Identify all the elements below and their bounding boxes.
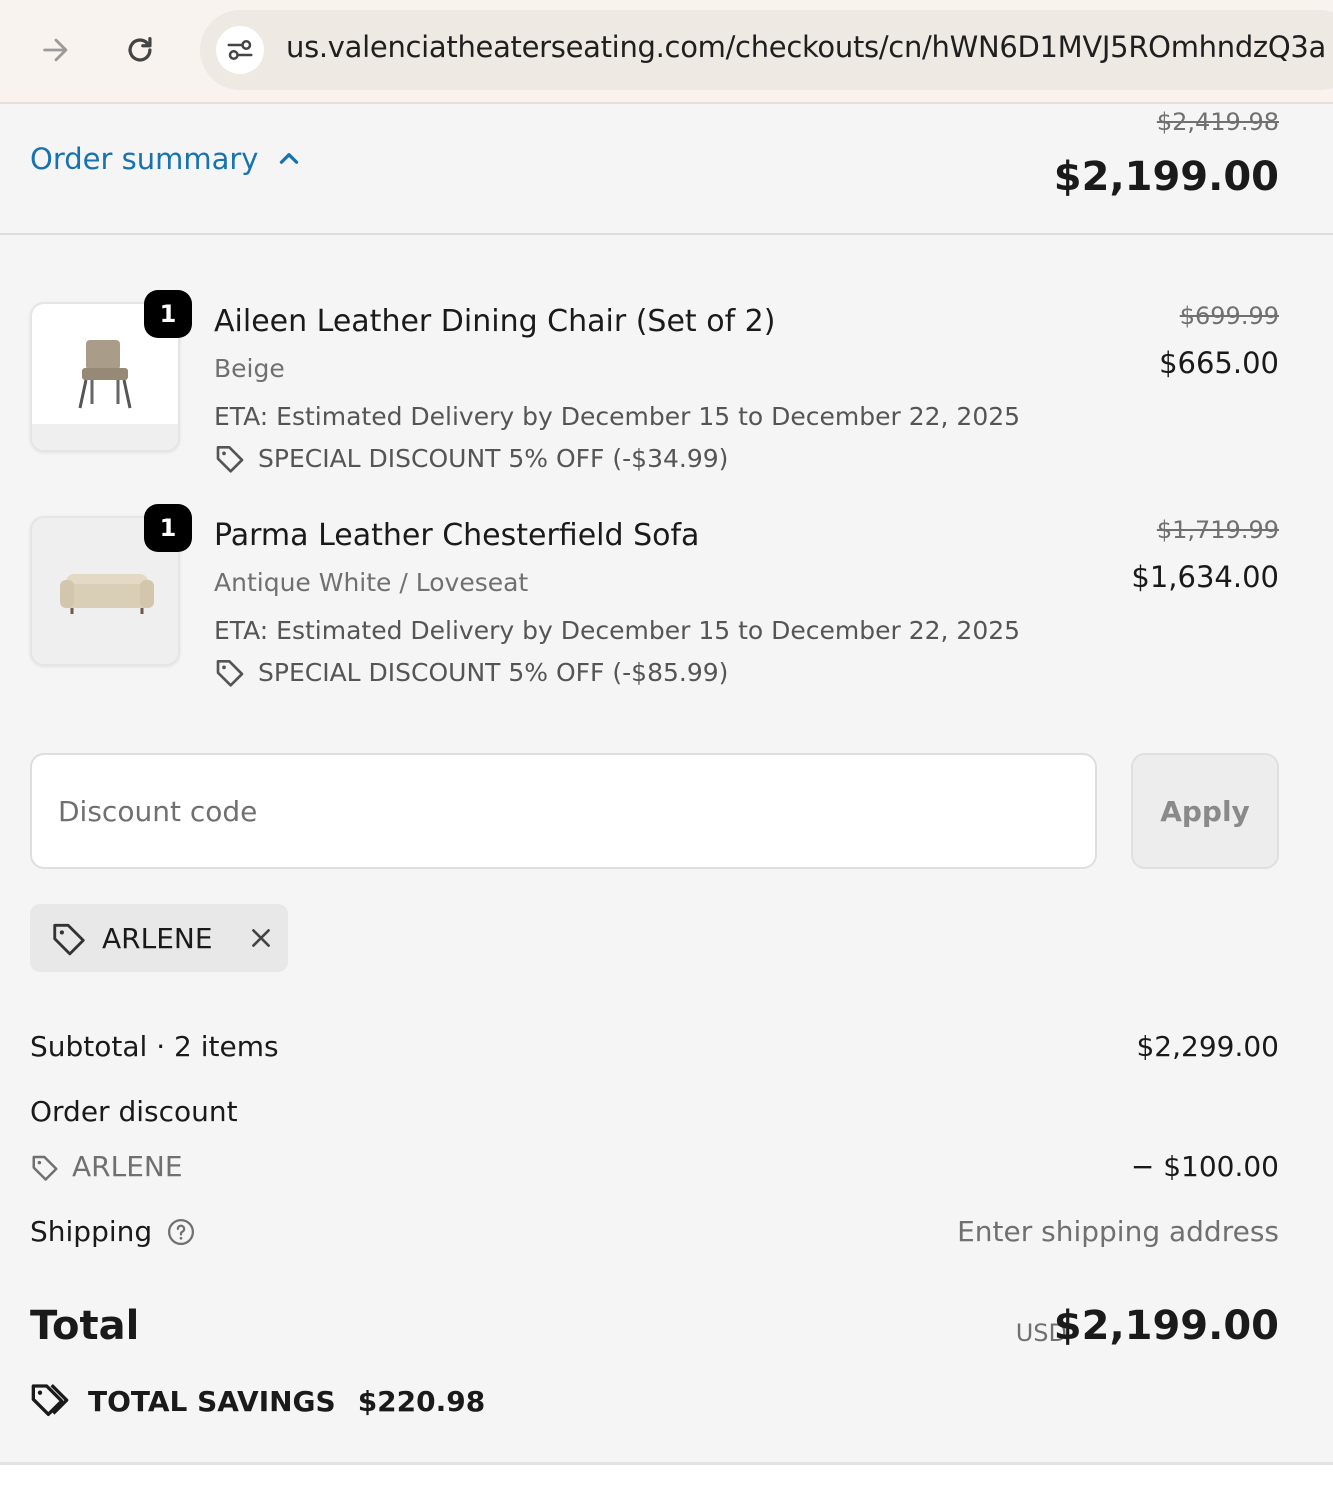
site-info-button[interactable] (216, 26, 264, 74)
total-label: Total (30, 1303, 140, 1349)
header-total: $2,199.00 (1053, 154, 1279, 200)
item-discount: SPECIAL DISCOUNT 5% OFF (-$85.99) (214, 656, 728, 688)
applied-discount-code: ARLENE (102, 921, 213, 955)
item-name: Parma Leather Chesterfield Sofa (214, 518, 700, 553)
quantity-badge: 1 (144, 504, 192, 552)
discount-code-input[interactable] (30, 753, 1097, 869)
item-price: $1,634.00 (1131, 560, 1279, 594)
order-discount-label: Order discount (30, 1095, 238, 1128)
item-discount-label: SPECIAL DISCOUNT 5% OFF (-$34.99) (258, 443, 729, 473)
shipping-label: Shipping (30, 1215, 153, 1248)
forward-arrow-icon (43, 38, 68, 62)
subtotal-label: Subtotal · 2 items (30, 1030, 279, 1063)
item-name: Aileen Leather Dining Chair (Set of 2) (214, 304, 776, 339)
tag-icon (32, 1155, 58, 1181)
total-savings: TOTAL SAVINGS $220.98 (30, 1381, 485, 1421)
quantity-badge: 1 (144, 290, 192, 338)
item-variant: Beige (214, 354, 285, 383)
item-discount: SPECIAL DISCOUNT 5% OFF (-$34.99) (214, 442, 728, 474)
item-compare-price: $699.99 (1179, 302, 1279, 330)
item-eta: ETA: Estimated Delivery by December 15 t… (214, 402, 1021, 431)
address-bar[interactable]: us.valenciatheaterseating.com/checkouts/… (200, 10, 1333, 90)
shipping-value: Enter shipping address (957, 1215, 1279, 1248)
browser-toolbar: us.valenciatheaterseating.com/checkouts/… (0, 0, 1333, 104)
tag-icon (53, 923, 85, 956)
url-text[interactable]: us.valenciatheaterseating.com/checkouts/… (286, 30, 1326, 64)
order-summary-panel: 1 Aileen Leather Dining Chair (Set of 2)… (0, 235, 1333, 1465)
reload-icon (128, 37, 152, 62)
order-summary-header: Order summary $2,419.98 $2,199.00 (0, 104, 1333, 235)
tag-icon (216, 660, 244, 687)
item-eta: ETA: Estimated Delivery by December 15 t… (214, 616, 1021, 645)
help-icon[interactable] (166, 1217, 196, 1247)
order-summary-toggle[interactable]: Order summary (30, 142, 302, 176)
order-discount-amount: − $100.00 (1130, 1150, 1279, 1183)
close-icon (251, 929, 270, 947)
forward-button[interactable] (30, 24, 82, 76)
order-summary-label: Order summary (30, 142, 259, 176)
total-savings-label: TOTAL SAVINGS (88, 1384, 336, 1418)
apply-button[interactable]: Apply (1131, 753, 1279, 869)
header-compare-total: $2,419.98 (1156, 108, 1279, 136)
site-info-icon (227, 40, 253, 60)
order-discount-code-label: ARLENE (72, 1150, 183, 1183)
savings-tags-icon (31, 1383, 69, 1416)
shipping-row: Shipping (30, 1215, 196, 1248)
subtotal-value: $2,299.00 (1136, 1030, 1279, 1063)
chevron-up-icon (280, 153, 299, 164)
reload-button[interactable] (114, 24, 166, 76)
item-price: $665.00 (1159, 346, 1279, 380)
item-discount-label: SPECIAL DISCOUNT 5% OFF (-$85.99) (258, 657, 729, 687)
total-savings-value: $220.98 (357, 1384, 486, 1418)
tag-icon (216, 446, 244, 473)
order-discount-code: ARLENE (30, 1150, 183, 1183)
line-item: 1 Parma Leather Chesterfield Sofa Antiqu… (0, 504, 1333, 694)
item-compare-price: $1,719.99 (1156, 516, 1279, 544)
remove-discount-button[interactable] (245, 922, 277, 954)
item-variant: Antique White / Loveseat (214, 568, 529, 597)
applied-discount-tag: ARLENE (30, 904, 288, 972)
total-value: $2,199.00 (1053, 1303, 1279, 1349)
line-item: 1 Aileen Leather Dining Chair (Set of 2)… (0, 290, 1333, 480)
image-band (32, 424, 178, 450)
